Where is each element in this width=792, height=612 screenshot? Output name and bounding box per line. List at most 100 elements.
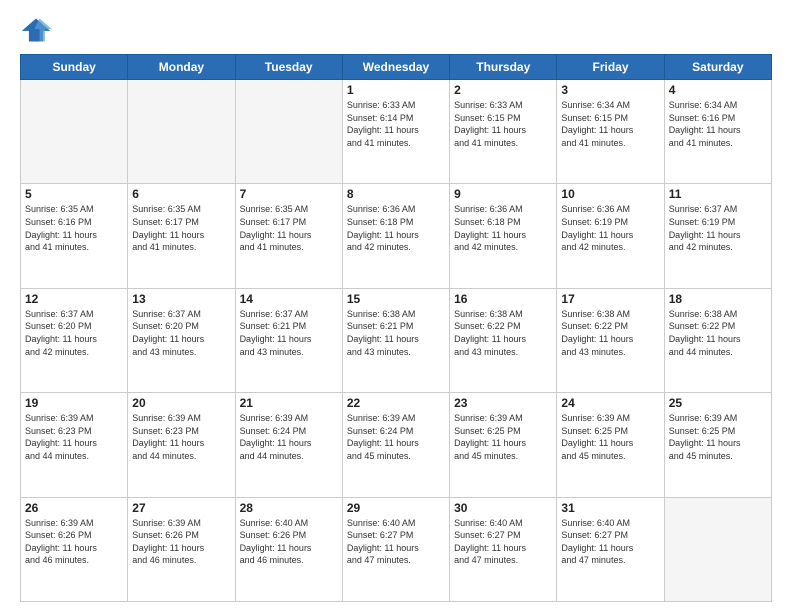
calendar-cell: 29 Sunrise: 6:40 AM Sunset: 6:27 PM Dayli… bbox=[342, 497, 449, 601]
calendar-cell: 16Sunrise: 6:38 AM Sunset: 6:22 PM Dayli… bbox=[450, 288, 557, 392]
calendar-cell: 25 Sunrise: 6:39 AM Sunset: 6:25 PM Dayli… bbox=[664, 393, 771, 497]
day-info: Sunrise: 6:39 AM Sunset: 6:25 PM Dayligh… bbox=[561, 412, 659, 462]
day-info: Sunrise: 6:39 AM Sunset: 6:24 PM Dayligh… bbox=[347, 412, 445, 462]
day-info: Sunrise: 6:40 AM Sunset: 6:27 PM Dayligh… bbox=[347, 517, 445, 567]
day-number: 6 bbox=[132, 187, 230, 201]
day-info: Sunrise: 6:38 AM Sunset: 6:21 PM Dayligh… bbox=[347, 308, 445, 358]
calendar-cell: 21 Sunrise: 6:39 AM Sunset: 6:24 PM Dayli… bbox=[235, 393, 342, 497]
weekday-header-wednesday: Wednesday bbox=[342, 55, 449, 80]
day-number: 7 bbox=[240, 187, 338, 201]
day-number: 31 bbox=[561, 501, 659, 515]
calendar-cell: 14 Sunrise: 6:37 AM Sunset: 6:21 PM Dayli… bbox=[235, 288, 342, 392]
day-info: Sunrise: 6:39 AM Sunset: 6:26 PM Dayligh… bbox=[132, 517, 230, 567]
day-number: 8 bbox=[347, 187, 445, 201]
day-number: 11 bbox=[669, 187, 767, 201]
calendar-cell: 12 Sunrise: 6:37 AM Sunset: 6:20 PM Dayli… bbox=[21, 288, 128, 392]
day-number: 23 bbox=[454, 396, 552, 410]
week-row-4: 19 Sunrise: 6:39 AM Sunset: 6:23 PM Dayli… bbox=[21, 393, 772, 497]
calendar-cell: 19 Sunrise: 6:39 AM Sunset: 6:23 PM Dayli… bbox=[21, 393, 128, 497]
day-info: Sunrise: 6:36 AM Sunset: 6:18 PM Dayligh… bbox=[454, 203, 552, 253]
calendar-cell: 23 Sunrise: 6:39 AM Sunset: 6:25 PM Dayli… bbox=[450, 393, 557, 497]
day-number: 15 bbox=[347, 292, 445, 306]
calendar-cell: 4Sunrise: 6:34 AM Sunset: 6:16 PM Daylig… bbox=[664, 80, 771, 184]
day-info: Sunrise: 6:34 AM Sunset: 6:16 PM Dayligh… bbox=[669, 99, 767, 149]
day-number: 14 bbox=[240, 292, 338, 306]
logo-icon bbox=[20, 16, 52, 44]
week-row-3: 12 Sunrise: 6:37 AM Sunset: 6:20 PM Dayli… bbox=[21, 288, 772, 392]
day-info: Sunrise: 6:37 AM Sunset: 6:20 PM Dayligh… bbox=[25, 308, 123, 358]
weekday-header-thursday: Thursday bbox=[450, 55, 557, 80]
day-info: Sunrise: 6:35 AM Sunset: 6:17 PM Dayligh… bbox=[132, 203, 230, 253]
day-number: 18 bbox=[669, 292, 767, 306]
day-number: 17 bbox=[561, 292, 659, 306]
calendar-cell: 30 Sunrise: 6:40 AM Sunset: 6:27 PM Dayli… bbox=[450, 497, 557, 601]
calendar-cell bbox=[235, 80, 342, 184]
day-info: Sunrise: 6:36 AM Sunset: 6:19 PM Dayligh… bbox=[561, 203, 659, 253]
day-number: 12 bbox=[25, 292, 123, 306]
day-number: 1 bbox=[347, 83, 445, 97]
day-info: Sunrise: 6:37 AM Sunset: 6:20 PM Dayligh… bbox=[132, 308, 230, 358]
calendar-cell: 6 Sunrise: 6:35 AM Sunset: 6:17 PM Daylig… bbox=[128, 184, 235, 288]
day-number: 26 bbox=[25, 501, 123, 515]
calendar-cell: 20Sunrise: 6:39 AM Sunset: 6:23 PM Dayli… bbox=[128, 393, 235, 497]
day-info: Sunrise: 6:37 AM Sunset: 6:19 PM Dayligh… bbox=[669, 203, 767, 253]
calendar-cell: 28 Sunrise: 6:40 AM Sunset: 6:26 PM Dayli… bbox=[235, 497, 342, 601]
calendar-cell: 9 Sunrise: 6:36 AM Sunset: 6:18 PM Daylig… bbox=[450, 184, 557, 288]
calendar-cell bbox=[128, 80, 235, 184]
day-number: 28 bbox=[240, 501, 338, 515]
day-number: 5 bbox=[25, 187, 123, 201]
day-info: Sunrise: 6:38 AM Sunset: 6:22 PM Dayligh… bbox=[454, 308, 552, 358]
week-row-2: 5 Sunrise: 6:35 AM Sunset: 6:16 PM Daylig… bbox=[21, 184, 772, 288]
day-info: Sunrise: 6:33 AM Sunset: 6:14 PM Dayligh… bbox=[347, 99, 445, 149]
calendar-cell: 17 Sunrise: 6:38 AM Sunset: 6:22 PM Dayli… bbox=[557, 288, 664, 392]
day-info: Sunrise: 6:39 AM Sunset: 6:25 PM Dayligh… bbox=[454, 412, 552, 462]
calendar-cell: 13 Sunrise: 6:37 AM Sunset: 6:20 PM Dayli… bbox=[128, 288, 235, 392]
day-info: Sunrise: 6:35 AM Sunset: 6:17 PM Dayligh… bbox=[240, 203, 338, 253]
calendar-cell: 11 Sunrise: 6:37 AM Sunset: 6:19 PM Dayli… bbox=[664, 184, 771, 288]
calendar-cell: 2Sunrise: 6:33 AM Sunset: 6:15 PM Daylig… bbox=[450, 80, 557, 184]
day-number: 27 bbox=[132, 501, 230, 515]
calendar-table: SundayMondayTuesdayWednesdayThursdayFrid… bbox=[20, 54, 772, 602]
calendar-cell: 3 Sunrise: 6:34 AM Sunset: 6:15 PM Daylig… bbox=[557, 80, 664, 184]
day-number: 19 bbox=[25, 396, 123, 410]
calendar-cell: 18Sunrise: 6:38 AM Sunset: 6:22 PM Dayli… bbox=[664, 288, 771, 392]
calendar-cell: 5 Sunrise: 6:35 AM Sunset: 6:16 PM Daylig… bbox=[21, 184, 128, 288]
weekday-header-row: SundayMondayTuesdayWednesdayThursdayFrid… bbox=[21, 55, 772, 80]
day-info: Sunrise: 6:39 AM Sunset: 6:24 PM Dayligh… bbox=[240, 412, 338, 462]
weekday-header-monday: Monday bbox=[128, 55, 235, 80]
day-number: 30 bbox=[454, 501, 552, 515]
day-number: 13 bbox=[132, 292, 230, 306]
day-info: Sunrise: 6:39 AM Sunset: 6:23 PM Dayligh… bbox=[25, 412, 123, 462]
calendar-cell bbox=[21, 80, 128, 184]
day-number: 25 bbox=[669, 396, 767, 410]
weekday-header-friday: Friday bbox=[557, 55, 664, 80]
day-number: 21 bbox=[240, 396, 338, 410]
calendar-cell bbox=[664, 497, 771, 601]
day-info: Sunrise: 6:39 AM Sunset: 6:25 PM Dayligh… bbox=[669, 412, 767, 462]
logo bbox=[20, 16, 56, 44]
day-info: Sunrise: 6:34 AM Sunset: 6:15 PM Dayligh… bbox=[561, 99, 659, 149]
day-info: Sunrise: 6:37 AM Sunset: 6:21 PM Dayligh… bbox=[240, 308, 338, 358]
day-number: 9 bbox=[454, 187, 552, 201]
day-number: 3 bbox=[561, 83, 659, 97]
calendar-cell: 15 Sunrise: 6:38 AM Sunset: 6:21 PM Dayli… bbox=[342, 288, 449, 392]
calendar-cell: 26 Sunrise: 6:39 AM Sunset: 6:26 PM Dayli… bbox=[21, 497, 128, 601]
weekday-header-sunday: Sunday bbox=[21, 55, 128, 80]
day-info: Sunrise: 6:39 AM Sunset: 6:26 PM Dayligh… bbox=[25, 517, 123, 567]
day-number: 24 bbox=[561, 396, 659, 410]
day-number: 29 bbox=[347, 501, 445, 515]
day-number: 22 bbox=[347, 396, 445, 410]
calendar-cell: 31 Sunrise: 6:40 AM Sunset: 6:27 PM Dayli… bbox=[557, 497, 664, 601]
day-info: Sunrise: 6:35 AM Sunset: 6:16 PM Dayligh… bbox=[25, 203, 123, 253]
calendar-cell: 22 Sunrise: 6:39 AM Sunset: 6:24 PM Dayli… bbox=[342, 393, 449, 497]
calendar-cell: 10 Sunrise: 6:36 AM Sunset: 6:19 PM Dayli… bbox=[557, 184, 664, 288]
day-info: Sunrise: 6:40 AM Sunset: 6:27 PM Dayligh… bbox=[454, 517, 552, 567]
week-row-1: 1 Sunrise: 6:33 AM Sunset: 6:14 PM Daylig… bbox=[21, 80, 772, 184]
page: SundayMondayTuesdayWednesdayThursdayFrid… bbox=[0, 0, 792, 612]
day-number: 10 bbox=[561, 187, 659, 201]
day-info: Sunrise: 6:40 AM Sunset: 6:26 PM Dayligh… bbox=[240, 517, 338, 567]
day-info: Sunrise: 6:38 AM Sunset: 6:22 PM Dayligh… bbox=[561, 308, 659, 358]
day-info: Sunrise: 6:39 AM Sunset: 6:23 PM Dayligh… bbox=[132, 412, 230, 462]
day-info: Sunrise: 6:40 AM Sunset: 6:27 PM Dayligh… bbox=[561, 517, 659, 567]
calendar-cell: 7 Sunrise: 6:35 AM Sunset: 6:17 PM Daylig… bbox=[235, 184, 342, 288]
